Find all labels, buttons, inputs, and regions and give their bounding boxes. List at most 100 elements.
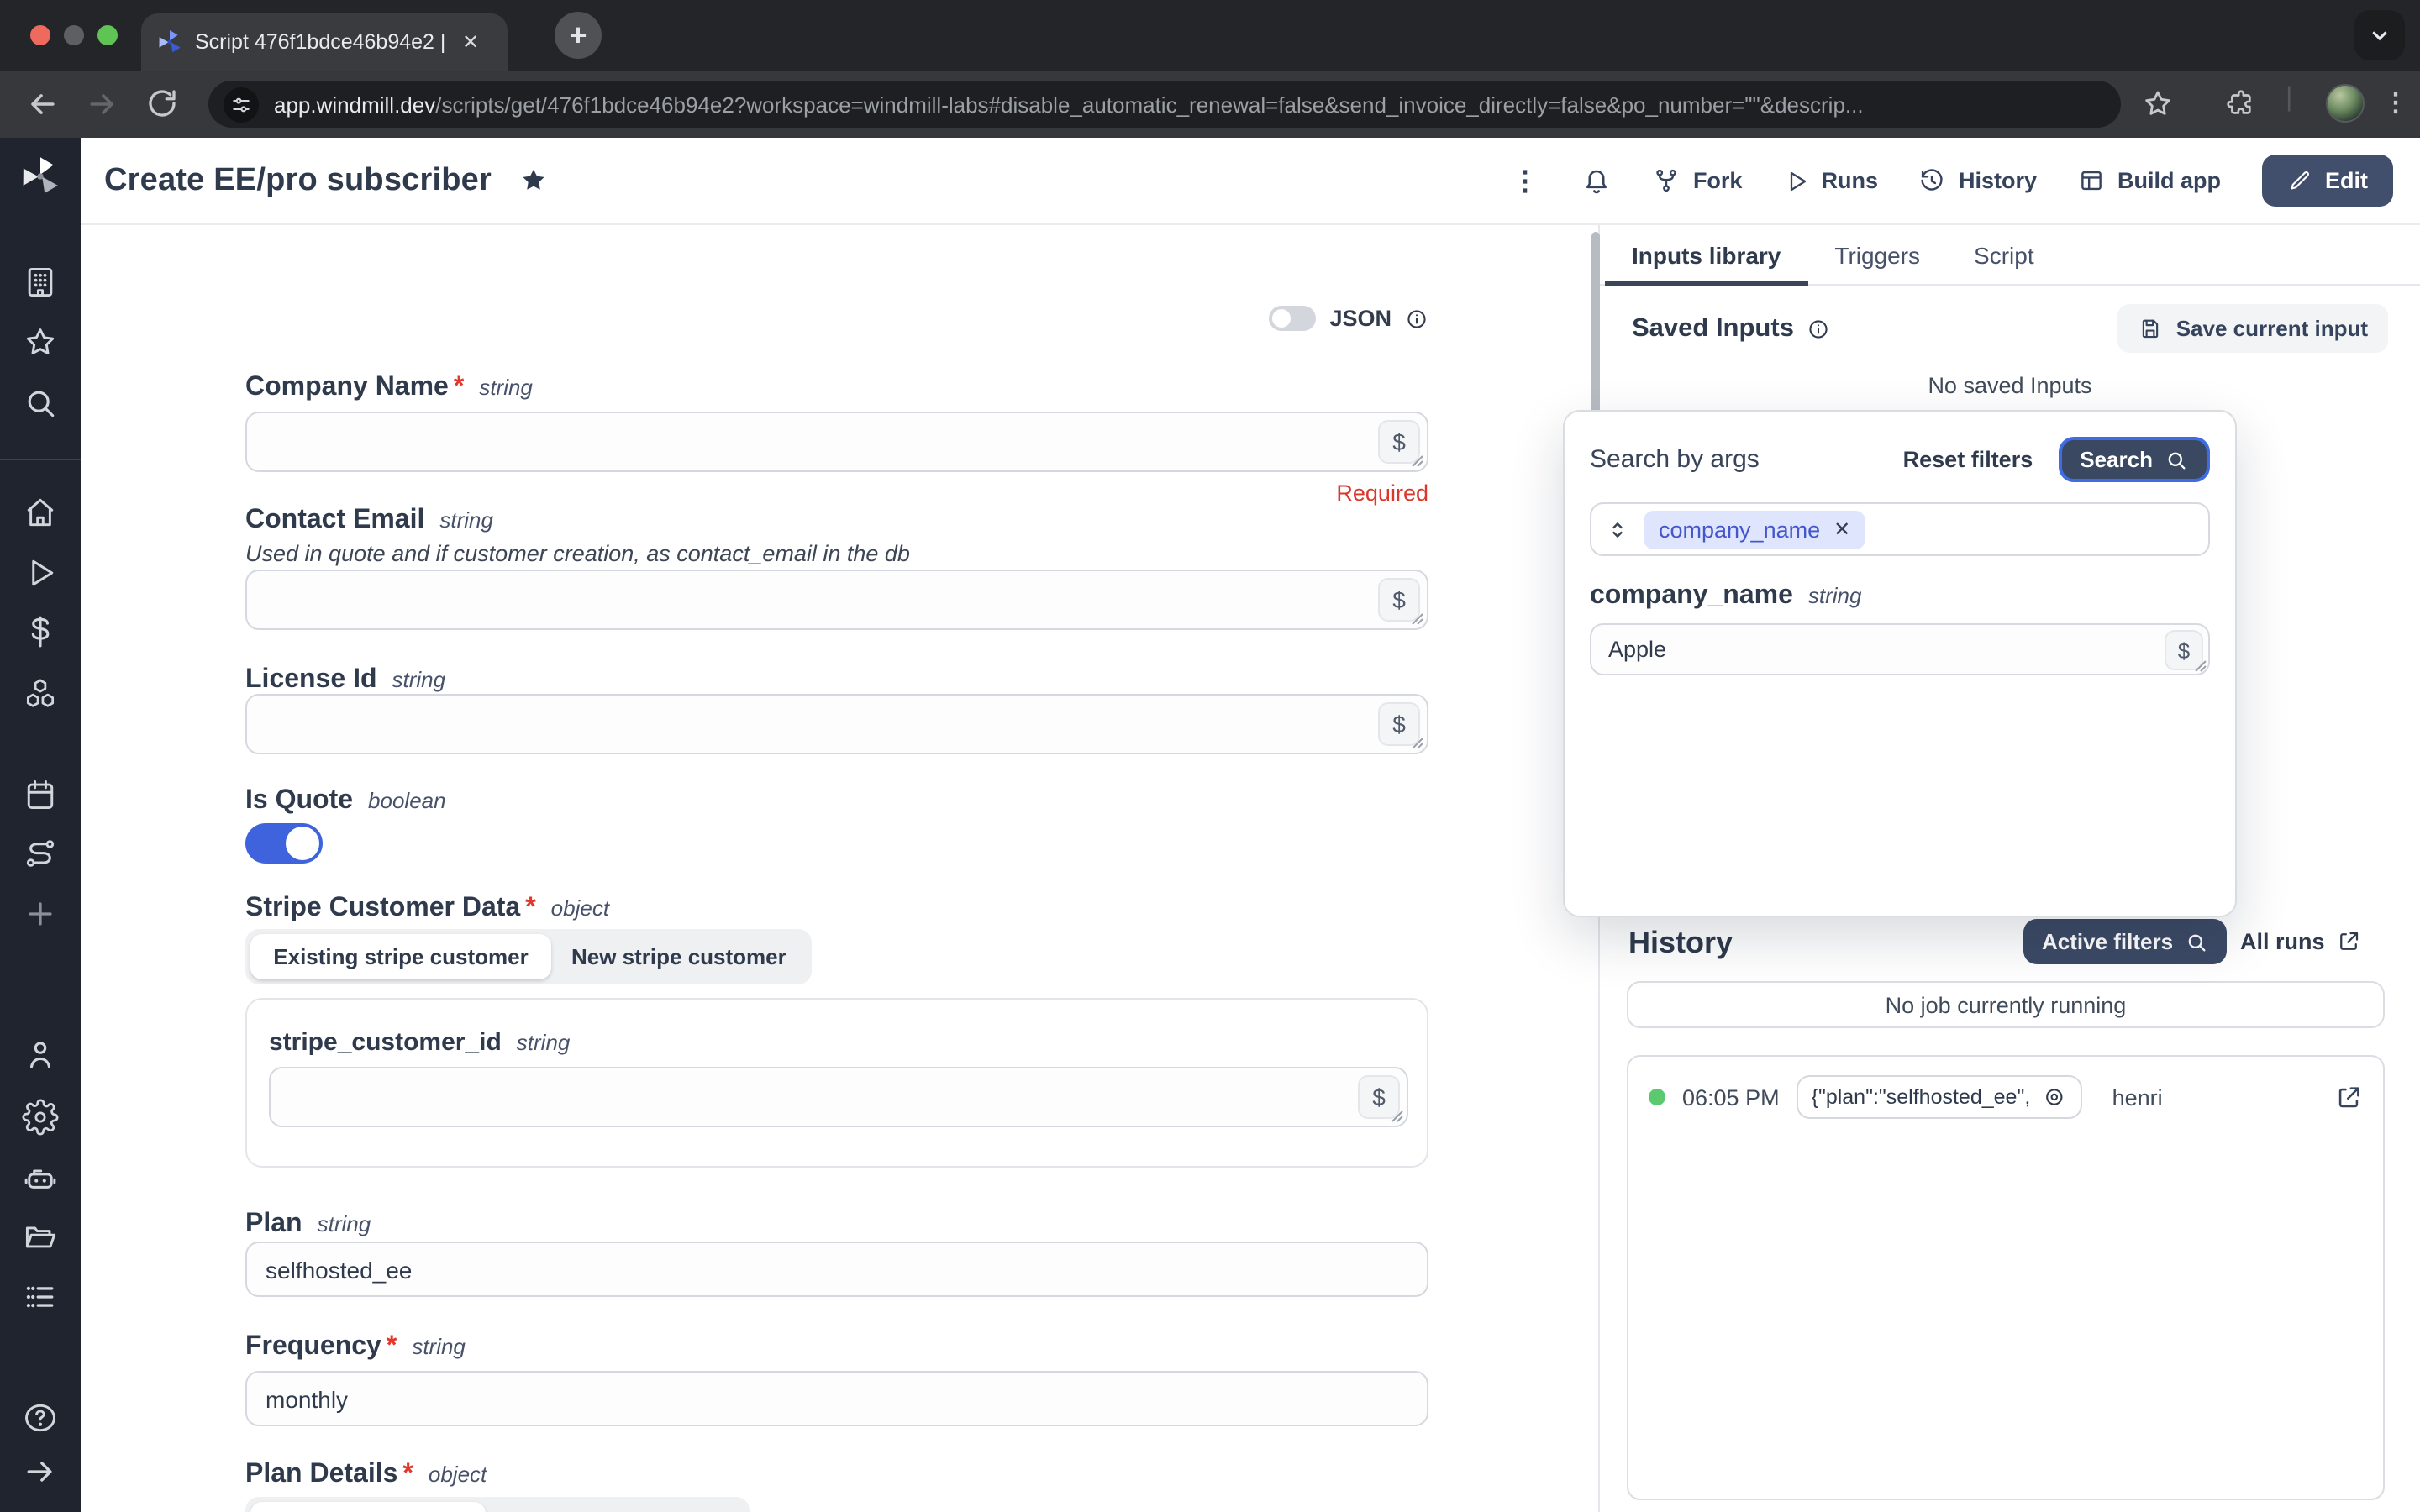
browser-menu-kebab-icon[interactable]: ⋮ [2383, 87, 2403, 121]
eye-icon[interactable] [2042, 1084, 2067, 1110]
sidebar-workers-robot-icon[interactable] [22, 1159, 59, 1196]
remove-chip-icon[interactable]: ✕ [1833, 517, 1850, 541]
profile-avatar[interactable] [2326, 84, 2365, 123]
bookmark-star-icon[interactable] [2141, 87, 2175, 121]
no-job-banner: No job currently running [1627, 981, 2385, 1028]
sidebar-user-icon[interactable] [22, 1037, 59, 1074]
plan-details-segmented-control[interactable] [245, 1497, 750, 1512]
sidebar-folders-icon[interactable] [22, 1218, 59, 1255]
tab-triggers[interactable]: Triggers [1807, 225, 1947, 286]
forward-button[interactable] [84, 86, 121, 123]
resize-handle-icon[interactable] [1410, 454, 1423, 467]
windmill-logo[interactable] [18, 155, 62, 198]
sidebar-workspace-building-icon[interactable] [22, 264, 59, 301]
arg-field-label: company_name [1590, 581, 1793, 612]
active-filters-button[interactable]: Active filters [2023, 919, 2227, 964]
required-error-text: Required [1336, 480, 1428, 506]
url-bar[interactable]: app.windmill.dev/scripts/get/476f1bdce46… [208, 81, 2121, 128]
favorite-star-icon[interactable] [518, 165, 550, 197]
script-form-area: JSON Company Name* string $ Required Con… [81, 225, 1598, 1512]
build-app-button[interactable]: Build app [2077, 166, 2221, 195]
sidebar-favorites-star-icon[interactable] [22, 324, 59, 361]
resize-handle-icon[interactable] [1410, 736, 1423, 749]
sidebar-create-plus-icon[interactable] [22, 895, 59, 932]
url-path: /scripts/get/476f1bdce46b94e2?workspace=… [435, 92, 1863, 117]
window-zoom-button[interactable] [97, 25, 118, 45]
plan-details-label-row: Plan Details* object [245, 1460, 487, 1490]
sidebar-settings-gear-icon[interactable] [22, 1099, 59, 1136]
site-settings-icon[interactable] [224, 87, 259, 122]
sidebar-flows-route-icon[interactable] [22, 835, 59, 872]
args-key-select[interactable]: company_name ✕ [1590, 502, 2210, 556]
field-type: object [551, 895, 609, 921]
plan-details-active-segment[interactable] [250, 1502, 486, 1512]
tab-script[interactable]: Script [1947, 225, 2061, 286]
reload-button[interactable] [145, 86, 182, 123]
sidebar-resources-cubes-icon[interactable] [22, 675, 59, 712]
fork-button[interactable]: Fork [1653, 166, 1743, 195]
stripe-customer-id-input[interactable]: $ [269, 1067, 1408, 1127]
contact-email-label-row: Contact Email string [245, 506, 493, 536]
job-row[interactable]: 06:05 PM {"plan":"selfhosted_ee",... hen… [1628, 1057, 2383, 1137]
sidebar-runs-play-icon[interactable] [22, 554, 59, 591]
url-text: app.windmill.dev/scripts/get/476f1bdce46… [274, 92, 1864, 117]
play-icon [1782, 167, 1809, 194]
browser-tab[interactable]: Script 476f1bdce46b94e2 | W ✕ [141, 13, 508, 71]
chevron-down-icon [2366, 22, 2393, 49]
open-job-external-link[interactable] [2334, 1083, 2363, 1111]
window-close-button[interactable] [30, 25, 50, 45]
job-args-chip[interactable]: {"plan":"selfhosted_ee",... [1797, 1075, 2082, 1119]
runs-button[interactable]: Runs [1782, 167, 1878, 194]
company-name-label-row: Company Name* string [245, 373, 533, 403]
popup-title: Search by args [1590, 445, 1760, 474]
frequency-input[interactable]: monthly [245, 1371, 1428, 1426]
plan-input[interactable]: selfhosted_ee [245, 1242, 1428, 1297]
save-current-input-label: Save current input [2176, 316, 2368, 341]
field-type: string [517, 1030, 571, 1055]
browser-chrome: Script 476f1bdce46b94e2 | W ✕ + app.wind… [0, 0, 2420, 138]
company-name-input[interactable]: $ [245, 412, 1428, 472]
layout-grid-icon [2077, 166, 2106, 195]
tab-search-button[interactable] [2354, 10, 2405, 60]
tab-existing-stripe-customer[interactable]: Existing stripe customer [250, 934, 551, 979]
save-current-input-button[interactable]: Save current input [2118, 304, 2388, 353]
contact-email-input[interactable]: $ [245, 570, 1428, 630]
sidebar-logs-list-icon[interactable] [22, 1278, 59, 1315]
edit-button[interactable]: Edit [2261, 155, 2393, 207]
resize-handle-icon[interactable] [2193, 659, 2207, 672]
json-info-icon[interactable] [1405, 307, 1428, 330]
tab-new-stripe-customer[interactable]: New stripe customer [551, 934, 807, 979]
window-minimize-button[interactable] [64, 25, 84, 45]
sidebar-divider [0, 459, 81, 460]
is-quote-toggle[interactable] [245, 823, 323, 864]
fork-icon [1653, 166, 1681, 195]
notifications-bell-icon[interactable] [1582, 165, 1612, 196]
sidebar-help-icon[interactable] [22, 1399, 59, 1436]
resize-handle-icon[interactable] [1390, 1109, 1403, 1122]
tab-inputs-library[interactable]: Inputs library [1605, 225, 1807, 286]
build-app-label: Build app [2118, 168, 2221, 193]
more-options-kebab-icon[interactable]: ⋮ [1508, 164, 1542, 197]
all-runs-link[interactable]: All runs [2240, 929, 2362, 954]
extensions-puzzle-icon[interactable] [2225, 87, 2259, 121]
search-icon [2165, 448, 2188, 471]
field-type: object [429, 1462, 487, 1487]
history-button[interactable]: History [1918, 166, 2037, 195]
sidebar-billing-dollar-icon[interactable] [22, 613, 59, 650]
back-button[interactable] [24, 86, 60, 123]
arg-field-type: string [1808, 583, 1862, 608]
license-id-input[interactable]: $ [245, 694, 1428, 754]
sidebar-home-icon[interactable] [22, 494, 59, 531]
stripe-customer-segmented-control: Existing stripe customer New stripe cust… [245, 929, 812, 984]
sidebar-collapse-arrow-icon[interactable] [22, 1453, 59, 1490]
sidebar-schedules-calendar-icon[interactable] [22, 776, 59, 813]
json-toggle[interactable] [1269, 306, 1316, 331]
sidebar-search-icon[interactable] [22, 385, 59, 422]
selected-arg-chip[interactable]: company_name ✕ [1644, 510, 1865, 549]
resize-handle-icon[interactable] [1410, 612, 1423, 625]
new-tab-button[interactable]: + [555, 12, 602, 59]
search-button[interactable]: Search [2058, 437, 2210, 482]
reset-filters-button[interactable]: Reset filters [1903, 447, 2033, 472]
arg-value-input[interactable]: Apple $ [1590, 623, 2210, 675]
tab-close-icon[interactable]: ✕ [462, 30, 479, 54]
